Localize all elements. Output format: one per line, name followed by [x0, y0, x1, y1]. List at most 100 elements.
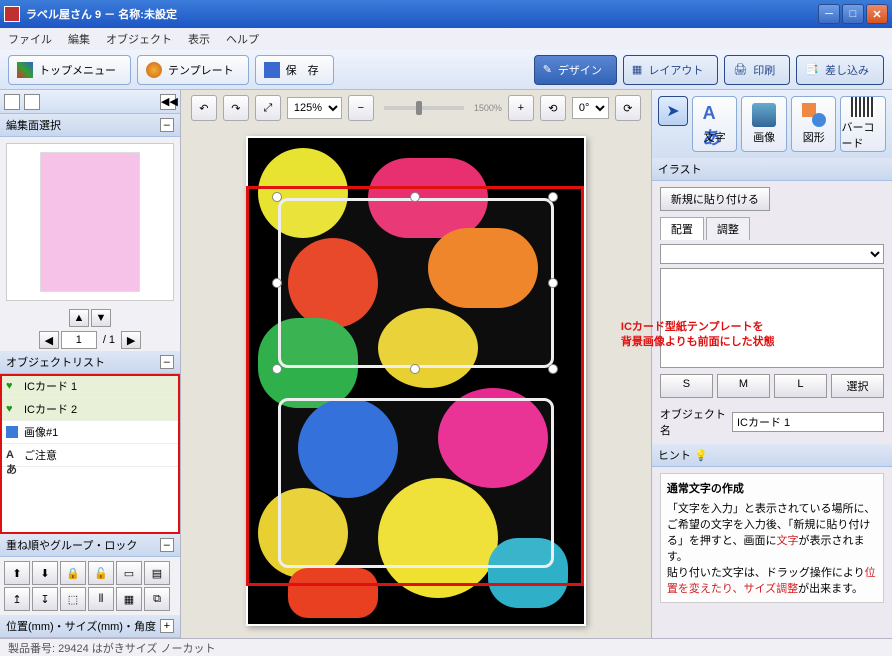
menubar: ファイル 編集 オブジェクト 表示 ヘルプ [0, 28, 892, 50]
select-tool[interactable]: ➤ [658, 96, 688, 126]
selection-handle[interactable] [410, 364, 420, 374]
merge-icon: 📑 [805, 63, 819, 76]
collapse-left-icon[interactable]: ◀◀ [160, 94, 176, 110]
size-s-button[interactable]: S [660, 374, 713, 398]
ungroup-button[interactable]: ⬚ [60, 587, 86, 611]
close-button[interactable]: ✕ [866, 4, 888, 24]
object-name-label: オブジェクト名 [660, 406, 726, 438]
page-input[interactable] [61, 331, 97, 349]
text-tool[interactable]: Aあ 文字 [692, 96, 738, 152]
redo-button[interactable]: ↷ [223, 95, 249, 121]
ic-card-template-2[interactable] [278, 398, 554, 568]
selection-handle[interactable] [548, 192, 558, 202]
menu-object[interactable]: オブジェクト [106, 31, 172, 47]
shape-tool[interactable]: 図形 [791, 96, 837, 152]
rotate-ccw-button[interactable]: ⟲ [540, 95, 566, 121]
save-button[interactable]: 保 存 [255, 55, 334, 85]
window-title: ラベル屋さん 9 － 名称:未設定 [26, 6, 818, 22]
undo-button[interactable]: ↶ [191, 95, 217, 121]
statusbar: 製品番号: 29424 はがきサイズ ノーカット [0, 638, 892, 656]
unlock-button[interactable]: 🔓 [88, 561, 114, 585]
palette-icon [146, 62, 162, 78]
ic-card-template-1[interactable] [278, 198, 554, 368]
menu-edit[interactable]: 編集 [68, 31, 90, 47]
template-button[interactable]: テンプレート [137, 55, 249, 85]
grid-icon: ▦ [632, 63, 642, 76]
pager-next[interactable]: ▶ [121, 331, 141, 349]
send-backward-button[interactable]: ↧ [32, 587, 58, 611]
selection-handle[interactable] [410, 192, 420, 202]
maximize-button[interactable]: □ [842, 4, 864, 24]
tool-sq-2[interactable] [24, 94, 40, 110]
paste-new-button[interactable]: 新規に貼り付ける [660, 187, 770, 211]
tab-design[interactable]: ✎ デザイン [534, 55, 617, 85]
minimize-button[interactable]: ─ [818, 4, 840, 24]
barcode-tool[interactable]: バーコード [840, 96, 886, 152]
zoom-select[interactable]: 125% [287, 97, 342, 119]
top-menu-button[interactable]: トップメニュー [8, 55, 131, 85]
tab-print[interactable]: 🖨 印刷 [724, 55, 790, 85]
face-preview[interactable] [6, 143, 174, 301]
main-toolbar: トップメニュー テンプレート 保 存 ✎ デザイン ▦ レイアウト 🖨 印刷 📑… [0, 50, 892, 90]
menu-view[interactable]: 表示 [188, 31, 210, 47]
lock-button[interactable]: 🔒 [60, 561, 86, 585]
pen-icon: ✎ [543, 63, 552, 76]
send-back-button[interactable]: ⬇ [32, 561, 58, 585]
image-icon [6, 426, 18, 438]
page-total: / 1 [99, 334, 119, 346]
zoom-slider[interactable] [384, 106, 464, 110]
preview-swatch [40, 152, 140, 292]
selection-handle[interactable] [272, 364, 282, 374]
fit-button[interactable]: ⤢ [255, 95, 281, 121]
pager-prev[interactable]: ◀ [39, 331, 59, 349]
object-list: ♥ ICカード 1 ♥ ICカード 2 画像#1 Aあ ご注意 [0, 374, 180, 534]
property-tabs: 配置 調整 [660, 217, 884, 240]
collapse-icon[interactable]: – [160, 118, 174, 132]
menu-file[interactable]: ファイル [8, 31, 52, 47]
zoom-out-button[interactable]: − [348, 95, 374, 121]
clone-layout-button[interactable]: ▦ [116, 587, 142, 611]
size-l-button[interactable]: L [774, 374, 827, 398]
rotate-cw-button[interactable]: ⟳ [615, 95, 641, 121]
bring-forward-button[interactable]: ↥ [4, 587, 30, 611]
pager-down[interactable]: ▼ [91, 309, 111, 327]
object-name-input[interactable] [732, 412, 884, 432]
select-button[interactable]: 選択 [831, 374, 884, 398]
tab-adjust[interactable]: 調整 [706, 217, 750, 240]
category-select[interactable] [660, 244, 884, 264]
tab-place[interactable]: 配置 [660, 217, 704, 240]
collapse-icon[interactable]: – [160, 538, 174, 552]
tab-layout[interactable]: ▦ レイアウト [623, 55, 718, 85]
bring-front-button[interactable]: ⬆ [4, 561, 30, 585]
collapse-icon[interactable]: – [160, 355, 174, 369]
tab-merge[interactable]: 📑 差し込み [796, 55, 884, 85]
distribute-button[interactable]: ⫴ [88, 587, 114, 611]
list-item[interactable]: Aあ ご注意 [0, 444, 180, 467]
center-panel: ↶ ↷ ⤢ 125% − 1500% + ⟲ 0° ⟳ [181, 90, 651, 638]
selection-handle[interactable] [548, 278, 558, 288]
list-item[interactable]: ♥ ICカード 1 [0, 375, 180, 398]
image-tool[interactable]: 画像 [741, 96, 787, 152]
selection-handle[interactable] [272, 278, 282, 288]
selection-handle[interactable] [272, 192, 282, 202]
group-button[interactable]: ▭ [116, 561, 142, 585]
heart-icon: ♥ [6, 380, 18, 392]
align-button[interactable]: ▤ [144, 561, 170, 585]
zoom-in-button[interactable]: + [508, 95, 534, 121]
canvas-area[interactable] [181, 126, 651, 638]
selection-handle[interactable] [548, 364, 558, 374]
list-item[interactable]: 画像#1 [0, 421, 180, 444]
tool-sq-1[interactable] [4, 94, 20, 110]
list-item[interactable]: ♥ ICカード 2 [0, 398, 180, 421]
size-m-button[interactable]: M [717, 374, 770, 398]
expand-icon[interactable]: + [160, 619, 174, 633]
layout-copy-button[interactable]: ⧉ [144, 587, 170, 611]
design-canvas[interactable] [246, 136, 586, 626]
menu-help[interactable]: ヘルプ [226, 31, 259, 47]
text-icon: Aあ [6, 449, 18, 461]
right-panel: ➤ Aあ 文字 画像 図形 バーコード イラスト 新規に貼り付ける [651, 90, 892, 638]
hint-paragraph-2: 貼り付いた文字は、ドラッグ操作により位置を変えたり、サイズ調整が出来ます。 [667, 564, 877, 596]
rotation-select[interactable]: 0° [572, 97, 609, 119]
pager-up[interactable]: ▲ [69, 309, 89, 327]
image-icon [752, 103, 776, 127]
